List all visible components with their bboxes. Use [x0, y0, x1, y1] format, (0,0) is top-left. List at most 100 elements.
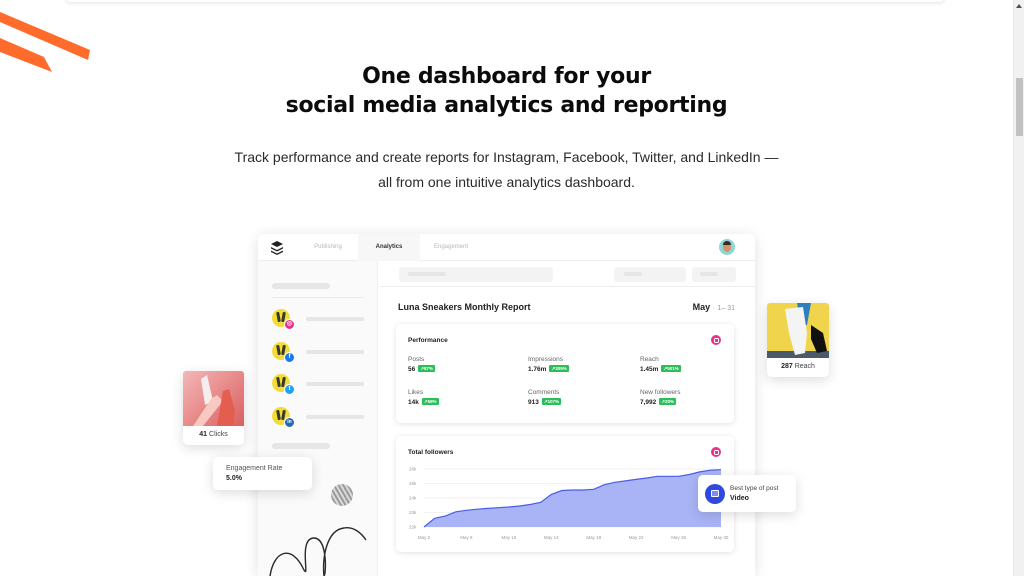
twitter-icon: t: [284, 384, 295, 395]
best-post-value: Video: [730, 495, 749, 502]
toolbar-export-placeholder[interactable]: [692, 267, 736, 282]
hands-illustration: [193, 375, 235, 426]
metric-number: 913: [528, 399, 539, 406]
user-avatar[interactable]: [719, 239, 735, 255]
metric-change-badge: ↗87%: [418, 365, 436, 372]
account-name-placeholder: [306, 317, 364, 321]
metric-value: 913 ↗107%: [528, 397, 628, 408]
clicks-text: Clicks: [209, 431, 228, 438]
metric-value: 7,992 ↗20%: [640, 397, 740, 408]
sidebar-header-placeholder: [272, 283, 330, 289]
metric-likes: Likes 14k ↗58%: [408, 388, 508, 408]
hero-title-line-1: One dashboard for your: [362, 64, 651, 89]
hero-subtitle-line-1: Track performance and create reports for…: [234, 149, 779, 165]
hero-subtitle: Track performance and create reports for…: [0, 145, 1013, 195]
metric-number: 7,992: [640, 399, 657, 406]
followers-chart: 22k 23k 24k 25k 26k May 2 May 6 May 10 May 14 May…: [409, 467, 729, 541]
hero-title: One dashboard for your social media anal…: [0, 62, 1013, 120]
x-tick-label: May 30: [714, 535, 729, 540]
metric-number: 1.76m: [528, 366, 547, 373]
sneaker-photo: [767, 303, 829, 358]
sidebar-account-twitter[interactable]: t: [272, 374, 372, 396]
sidebar-divider: [272, 297, 364, 298]
metric-label: Comments: [528, 389, 560, 396]
metric-new-followers: New followers 7,992 ↗20%: [640, 388, 740, 408]
sneaker-illustration: [767, 303, 829, 358]
reach-value: 287: [781, 363, 793, 370]
metric-number: 14k: [408, 399, 419, 406]
tab-publishing[interactable]: Publishing: [298, 234, 358, 261]
metric-change-badge: ↗501%: [661, 365, 681, 372]
y-tick-label: 25k: [409, 481, 417, 486]
x-tick-label: May 14: [544, 535, 559, 540]
engagement-rate-card: Engagement Rate 5.0%: [213, 457, 312, 490]
x-tick-label: May 26: [671, 535, 686, 540]
metric-posts: Posts 56 ↗87%: [408, 355, 508, 375]
y-tick-label: 24k: [409, 496, 417, 501]
metric-change-badge: ↗305%: [549, 365, 569, 372]
account-name-placeholder: [306, 415, 364, 419]
toolbar-search-placeholder[interactable]: [399, 267, 553, 282]
metric-number: 56: [408, 366, 416, 373]
clicks-card: 41 Clicks: [183, 371, 244, 445]
report-day-range: 1– 31: [717, 305, 735, 312]
linkedin-icon: in: [284, 417, 295, 428]
avatar-hair: [723, 241, 731, 245]
scroll-up-arrow-icon[interactable]: [1016, 4, 1022, 8]
page-scrollbar[interactable]: [1013, 0, 1024, 576]
hero-title-line-2: social media analytics and reporting: [285, 93, 728, 118]
tab-analytics[interactable]: Analytics: [358, 234, 420, 261]
sidebar-account-instagram[interactable]: ◎: [272, 309, 372, 331]
metric-value: 1.45m ↗501%: [640, 364, 740, 375]
metric-reach: Reach 1.45m ↗501%: [640, 355, 740, 375]
y-tick-label: 26k: [409, 467, 417, 472]
metric-change-badge: ↗107%: [541, 398, 562, 405]
sidebar-account-linkedin[interactable]: in: [272, 407, 372, 429]
hero-subtitle-line-2: all from one intuitive analytics dashboa…: [378, 174, 635, 190]
account-name-placeholder: [306, 382, 364, 386]
metric-value: 14k ↗58%: [408, 397, 508, 408]
clicks-value: 41: [199, 431, 208, 438]
clicks-label: 41 Clicks: [183, 431, 244, 438]
report-date-range[interactable]: May · 1– 31: [693, 302, 735, 312]
metric-change-badge: ↗58%: [421, 398, 439, 405]
metric-value: 1.76m ↗305%: [528, 364, 628, 375]
toolbar-filter-placeholder[interactable]: [614, 267, 686, 282]
top-nav-edge: [65, 0, 945, 2]
reach-text: Reach: [794, 363, 815, 370]
y-tick-label: 23k: [409, 510, 417, 515]
report-month: May: [692, 302, 711, 312]
best-post-type-card: Best type of post Video: [698, 475, 796, 512]
x-tick-label: May 18: [586, 535, 601, 540]
video-icon: [705, 484, 725, 504]
hands-photo: [183, 371, 244, 426]
x-tick-label: May 10: [501, 535, 516, 540]
scrollbar-thumb[interactable]: [1016, 78, 1023, 136]
decorative-squiggle: [269, 526, 367, 576]
placeholder-line: [624, 272, 642, 276]
date-separator: ·: [712, 305, 715, 312]
reach-card: 287 Reach: [767, 303, 829, 377]
x-tick-label: May 2: [418, 535, 431, 540]
best-post-label: Best type of post: [730, 485, 779, 492]
instagram-icon: [711, 335, 721, 345]
placeholder-line: [700, 272, 718, 276]
tab-engagement[interactable]: Engagement: [420, 234, 482, 261]
rope-thumbnail: [331, 484, 353, 506]
metric-label: Likes: [408, 389, 424, 396]
performance-title: Performance: [408, 337, 448, 344]
y-tick-label: 22k: [409, 525, 417, 530]
metric-value: 56 ↗87%: [408, 364, 508, 375]
dashboard-nav: Publishing Analytics Engagement: [258, 234, 755, 261]
main-toolbar: [379, 261, 755, 287]
metric-number: 1.45m: [640, 366, 659, 373]
x-tick-label: May 22: [629, 535, 644, 540]
metric-label: Posts: [408, 356, 425, 363]
facebook-icon: f: [284, 352, 295, 363]
engagement-rate-value: 5.0%: [226, 475, 242, 482]
x-tick-label: May 6: [460, 535, 473, 540]
report-title: Luna Sneakers Monthly Report: [398, 302, 531, 312]
sidebar-footer-placeholder: [272, 443, 330, 449]
placeholder-line: [408, 272, 446, 276]
sidebar-account-facebook[interactable]: f: [272, 342, 372, 364]
